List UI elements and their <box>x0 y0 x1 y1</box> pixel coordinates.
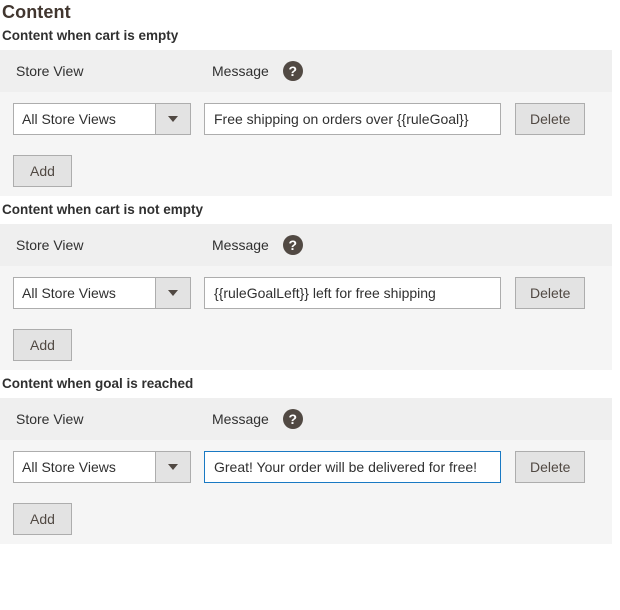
table-row: All Store Views Delete <box>0 266 612 319</box>
content-table-cart-not-empty: Store View Message ? All Store Views Del… <box>0 224 612 370</box>
content-settings-page: Content Content when cart is empty Store… <box>0 0 620 610</box>
store-view-select-value: All Store Views <box>14 277 155 308</box>
message-input[interactable] <box>204 102 501 135</box>
table-footer-row: Add <box>0 493 612 544</box>
column-header-store-view: Store View <box>16 237 84 253</box>
group-label-cart-not-empty: Content when cart is not empty <box>2 202 204 217</box>
table-row: All Store Views Delete <box>0 440 612 493</box>
column-header-message: Message ? <box>207 61 303 81</box>
column-header-message-label: Message <box>212 237 269 253</box>
content-table-goal-reached: Store View Message ? All Store Views Del… <box>0 398 612 544</box>
help-icon[interactable]: ? <box>282 61 303 81</box>
help-icon-glyph: ? <box>288 410 298 427</box>
chevron-down-icon <box>168 289 178 296</box>
chevron-down-icon <box>168 115 178 122</box>
delete-button[interactable]: Delete <box>515 276 586 309</box>
delete-button[interactable]: Delete <box>515 450 586 483</box>
help-icon[interactable]: ? <box>282 235 303 255</box>
store-view-select-arrow[interactable] <box>155 451 190 482</box>
store-view-select-value: All Store Views <box>14 451 155 482</box>
column-header-message: Message ? <box>207 409 303 429</box>
message-input[interactable] <box>204 276 501 309</box>
help-icon-glyph: ? <box>288 236 298 253</box>
group-label-cart-empty: Content when cart is empty <box>2 28 179 43</box>
table-header-row: Store View Message ? <box>0 224 612 266</box>
add-button[interactable]: Add <box>13 328 72 361</box>
chevron-down-icon <box>168 463 178 470</box>
table-row: All Store Views Delete <box>0 92 612 145</box>
page-title: Content <box>2 2 71 22</box>
column-header-store-view: Store View <box>16 63 84 79</box>
column-header-store-view: Store View <box>16 411 84 427</box>
group-label-goal-reached: Content when goal is reached <box>2 376 194 391</box>
add-button[interactable]: Add <box>13 502 72 535</box>
store-view-select[interactable]: All Store Views <box>13 450 191 483</box>
store-view-select-arrow[interactable] <box>155 277 190 308</box>
store-view-select-value: All Store Views <box>14 103 155 134</box>
column-header-message-label: Message <box>212 411 269 427</box>
help-icon[interactable]: ? <box>282 409 303 429</box>
table-header-row: Store View Message ? <box>0 398 612 440</box>
add-button[interactable]: Add <box>13 154 72 187</box>
content-table-cart-empty: Store View Message ? All Store Views Del… <box>0 50 612 196</box>
table-footer-row: Add <box>0 319 612 370</box>
help-icon-glyph: ? <box>288 62 298 79</box>
store-view-select[interactable]: All Store Views <box>13 102 191 135</box>
column-header-message: Message ? <box>207 235 303 255</box>
store-view-select[interactable]: All Store Views <box>13 276 191 309</box>
column-header-message-label: Message <box>212 63 269 79</box>
table-header-row: Store View Message ? <box>0 50 612 92</box>
message-input[interactable] <box>204 450 501 483</box>
store-view-select-arrow[interactable] <box>155 103 190 134</box>
table-footer-row: Add <box>0 145 612 196</box>
delete-button[interactable]: Delete <box>515 102 586 135</box>
